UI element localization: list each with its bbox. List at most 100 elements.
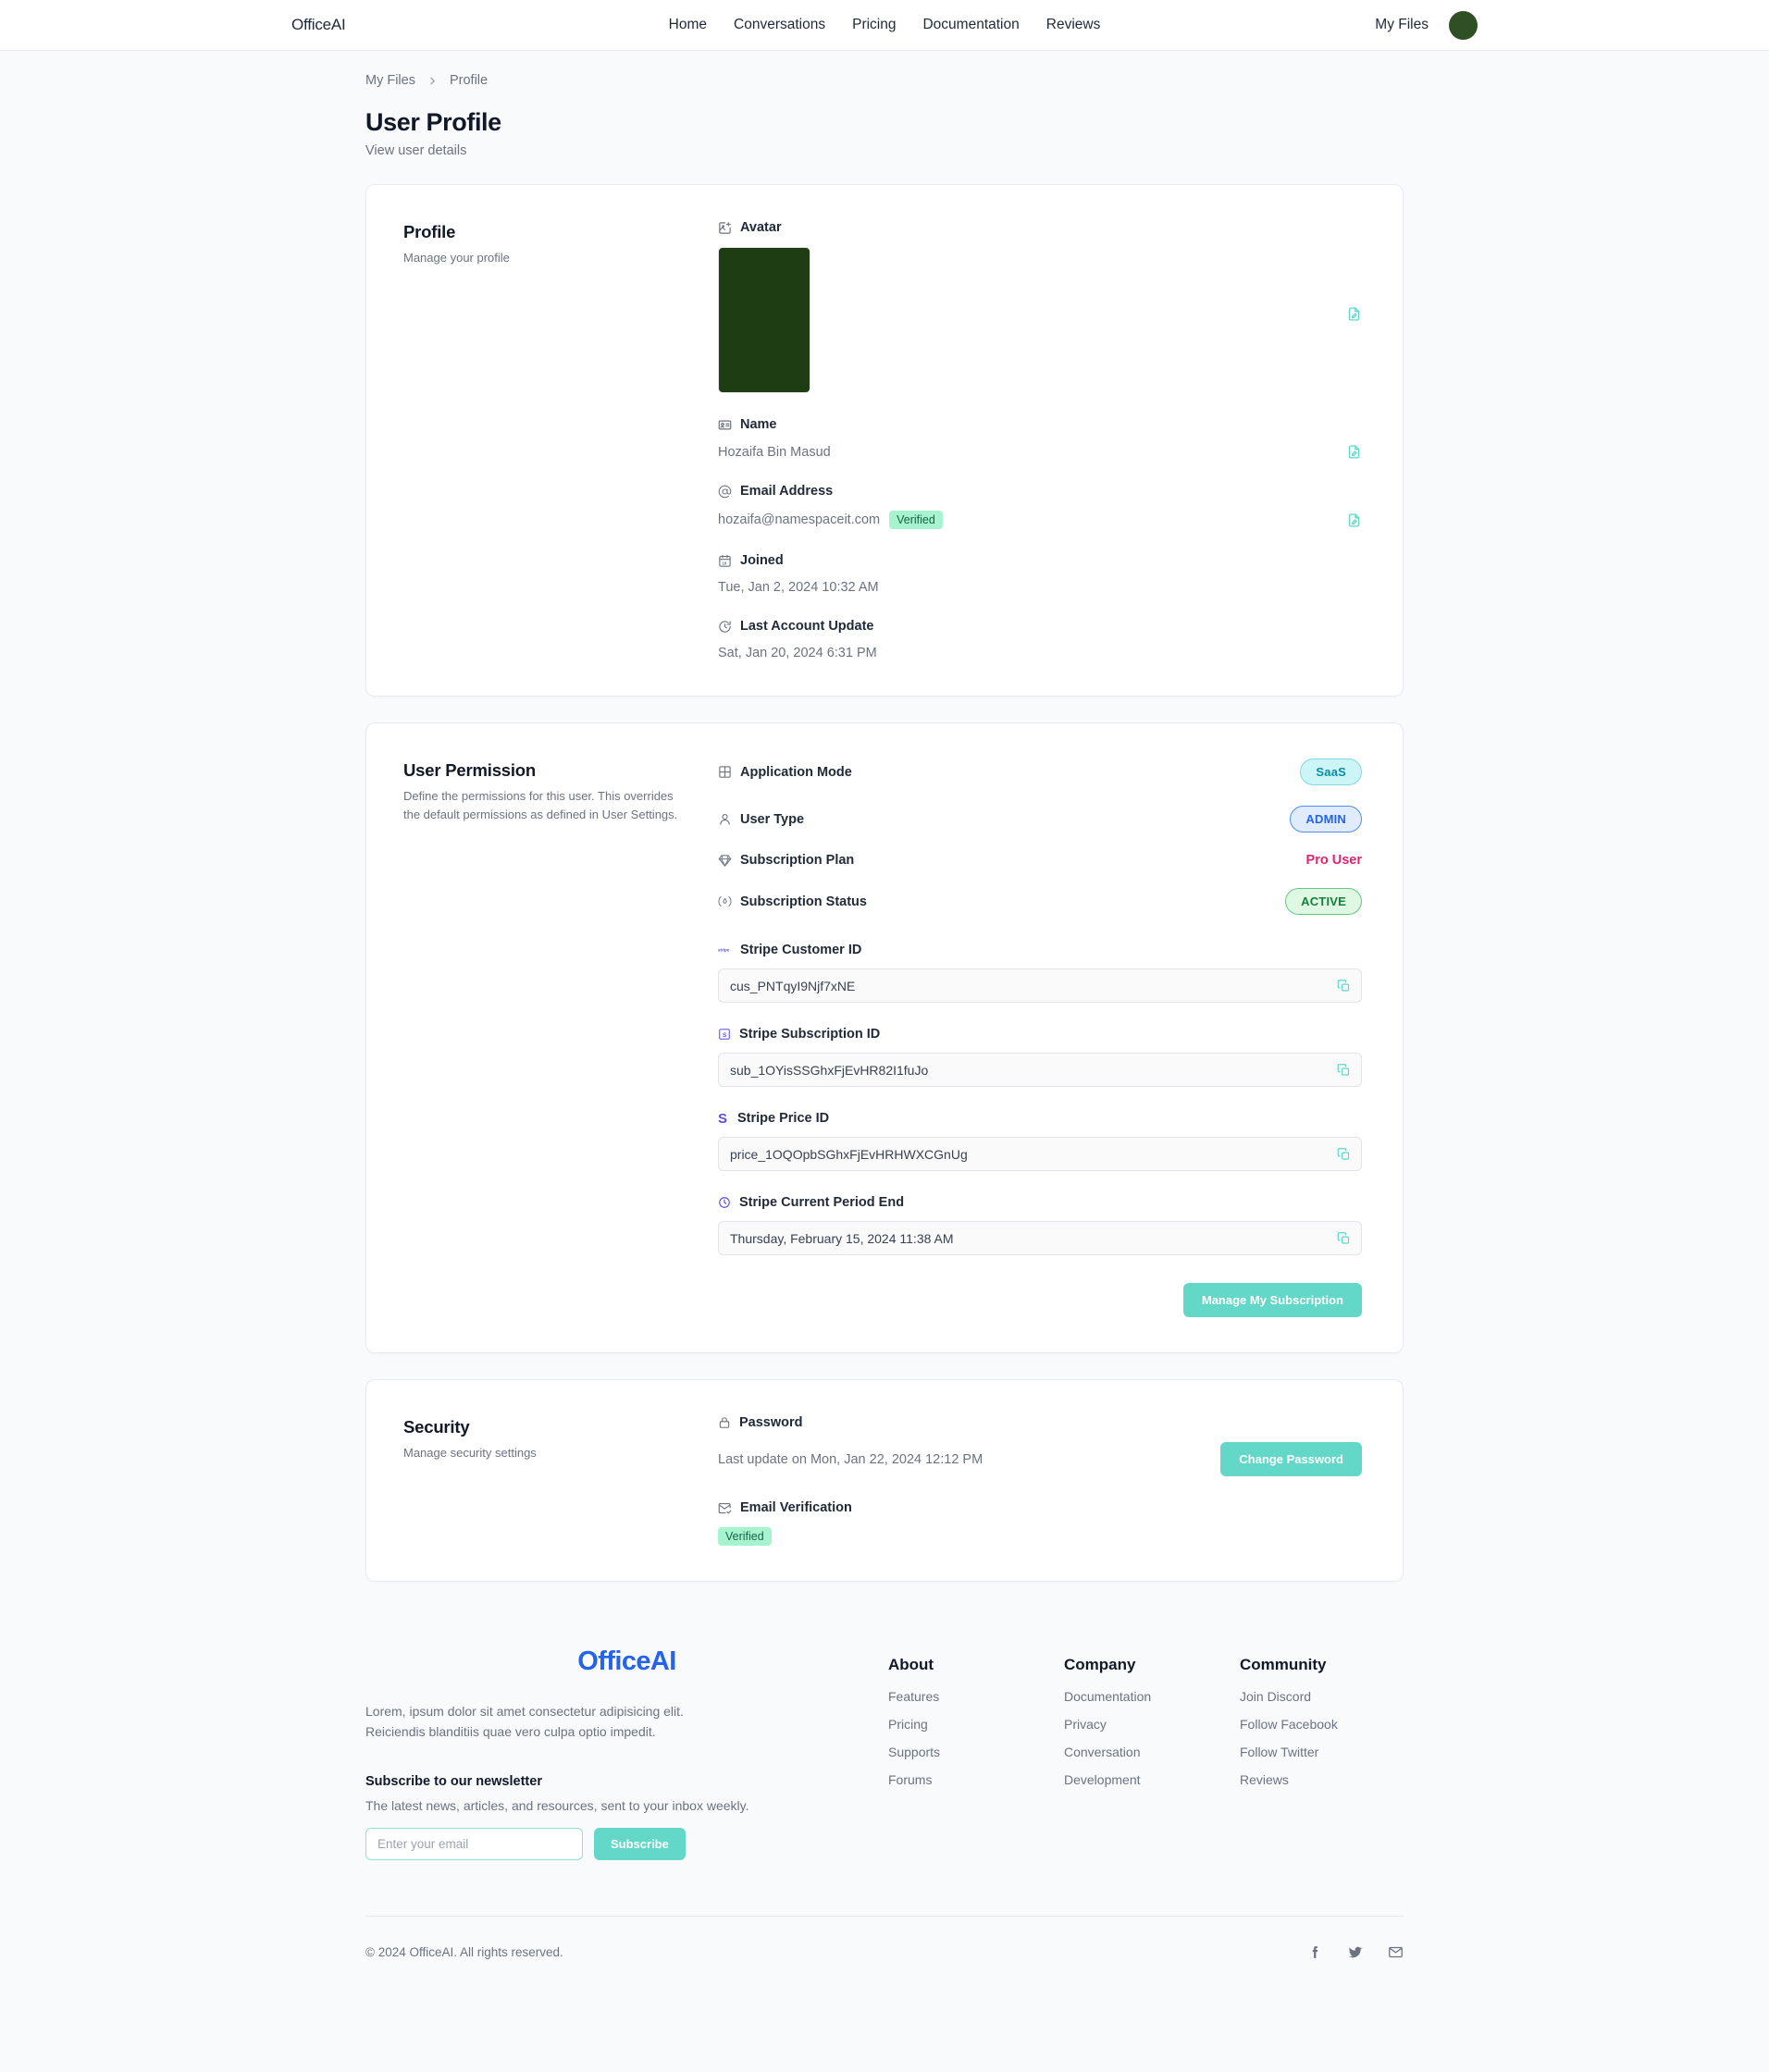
joined-field-label: 19 Joined	[718, 553, 1362, 568]
email-field-label: Email Address	[718, 484, 1362, 499]
email-verification-label: Email Verification	[718, 1500, 1362, 1515]
at-sign-icon	[718, 485, 732, 499]
twitter-icon[interactable]	[1347, 1944, 1364, 1961]
stripe-customer-id-field: stripe Stripe Customer ID cus_PNTqyI9Njf…	[718, 943, 1362, 1003]
breadcrumb: My Files Profile	[365, 51, 1404, 88]
footer-link-forums[interactable]: Forums	[888, 1772, 1064, 1787]
subscription-plan-row: Subscription Plan Pro User	[718, 853, 1362, 868]
email-value: hozaifa@namespaceit.com	[718, 512, 881, 527]
stripe-customer-id-input[interactable]: cus_PNTqyI9Njf7xNE	[718, 968, 1362, 1003]
security-card: Security Manage security settings Passwo…	[365, 1379, 1404, 1582]
breadcrumb-profile[interactable]: Profile	[450, 73, 488, 88]
stripe-subscription-id-input[interactable]: sub_1OYisSSGhxFjEvHR82I1fuJo	[718, 1053, 1362, 1087]
stripe-customer-id-label: stripe Stripe Customer ID	[718, 943, 1362, 957]
subscription-status-badge: ACTIVE	[1285, 888, 1362, 915]
stripe-square-icon: S	[718, 1028, 731, 1041]
edit-email-icon[interactable]	[1346, 512, 1362, 528]
id-card-icon	[718, 418, 732, 432]
edit-name-icon[interactable]	[1346, 444, 1362, 460]
email-label-text: Email Address	[740, 484, 834, 499]
profile-card-desc: Manage your profile	[403, 251, 510, 265]
profile-card-header: Profile Manage your profile	[385, 220, 718, 660]
email-verification-label-text: Email Verification	[740, 1500, 852, 1515]
footer-column-about-head: About	[888, 1656, 934, 1673]
user-type-badge: ADMIN	[1290, 806, 1362, 832]
footer-column-community-head: Community	[1240, 1656, 1327, 1673]
name-label-text: Name	[740, 417, 777, 432]
stripe-period-end-label-text: Stripe Current Period End	[739, 1195, 905, 1210]
breadcrumb-my-files[interactable]: My Files	[365, 73, 415, 88]
user-type-label: User Type	[718, 812, 804, 827]
footer-link-documentation[interactable]: Documentation	[1064, 1689, 1240, 1704]
joined-label-text: Joined	[740, 553, 784, 568]
footer-link-follow-twitter[interactable]: Follow Twitter	[1240, 1745, 1416, 1759]
subscribe-button[interactable]: Subscribe	[594, 1827, 686, 1860]
social-links	[1307, 1944, 1404, 1961]
user-permission-card: User Permission Define the permissions f…	[365, 722, 1404, 1353]
security-card-header: Security Manage security settings	[385, 1415, 718, 1546]
history-icon	[718, 620, 732, 634]
stripe-period-end-input[interactable]: Thursday, February 15, 2024 11:38 AM	[718, 1221, 1362, 1255]
edit-avatar-icon[interactable]	[1346, 306, 1362, 322]
name-field-label: Name	[718, 417, 1362, 432]
footer-logo[interactable]: OfficeAI	[365, 1646, 888, 1677]
lock-icon	[718, 1416, 731, 1429]
change-password-button[interactable]: Change Password	[1220, 1442, 1362, 1476]
copy-subscription-id-icon[interactable]	[1337, 1063, 1351, 1077]
footer-link-join-discord[interactable]: Join Discord	[1240, 1689, 1416, 1704]
application-mode-row: Application Mode SaaS	[718, 758, 1362, 785]
subscription-plan-value: Pro User	[1305, 853, 1362, 868]
manage-my-subscription-button[interactable]: Manage My Subscription	[1182, 1283, 1362, 1317]
subscription-plan-label: Subscription Plan	[718, 853, 854, 868]
avatar-image[interactable]	[718, 247, 810, 393]
clock-icon	[718, 1196, 731, 1209]
footer-link-pricing[interactable]: Pricing	[888, 1717, 1064, 1732]
footer-link-supports[interactable]: Supports	[888, 1745, 1064, 1759]
footer-link-privacy[interactable]: Privacy	[1064, 1717, 1240, 1732]
footer-top: OfficeAI Lorem, ipsum dolor sit amet con…	[365, 1646, 1404, 1916]
image-plus-icon	[718, 221, 732, 235]
last-account-update-field: Last Account Update Sat, Jan 20, 2024 6:…	[718, 619, 1362, 660]
newsletter-email-input[interactable]	[365, 1827, 583, 1860]
footer-link-development[interactable]: Development	[1064, 1772, 1240, 1787]
copy-customer-id-icon[interactable]	[1337, 979, 1351, 993]
nav-link-home[interactable]: Home	[669, 17, 707, 33]
facebook-icon[interactable]	[1307, 1944, 1323, 1960]
security-card-title: Security	[403, 1417, 470, 1437]
nav-link-reviews[interactable]: Reviews	[1046, 17, 1101, 33]
footer-link-follow-facebook[interactable]: Follow Facebook	[1240, 1717, 1416, 1732]
layout-grid-icon	[718, 765, 732, 779]
security-card-desc: Manage security settings	[403, 1446, 537, 1460]
stripe-price-id-input[interactable]: price_1OQOpbSGhxFjEvHRHWXCGnUg	[718, 1137, 1362, 1171]
application-mode-label-text: Application Mode	[740, 764, 852, 780]
stripe-customer-id-input-wrap: cus_PNTqyI9Njf7xNE	[718, 968, 1362, 1003]
avatar-label-text: Avatar	[740, 220, 782, 235]
nav-link-conversations[interactable]: Conversations	[734, 17, 825, 33]
footer-link-features[interactable]: Features	[888, 1689, 1064, 1704]
stripe-period-end-input-wrap: Thursday, February 15, 2024 11:38 AM	[718, 1221, 1362, 1255]
nav-link-documentation[interactable]: Documentation	[922, 17, 1019, 33]
copy-period-end-icon[interactable]	[1337, 1231, 1351, 1245]
manage-subscription-row: Manage My Subscription	[718, 1283, 1362, 1317]
user-avatar[interactable]	[1449, 10, 1478, 40]
mail-icon[interactable]	[1388, 1944, 1404, 1960]
copy-price-id-icon[interactable]	[1337, 1147, 1351, 1161]
stripe-subscription-id-input-wrap: sub_1OYisSSGhxFjEvHR82I1fuJo	[718, 1053, 1362, 1087]
footer-link-reviews[interactable]: Reviews	[1240, 1772, 1416, 1787]
footer-link-conversation[interactable]: Conversation	[1064, 1745, 1240, 1759]
primary-nav: Home Conversations Pricing Documentation…	[669, 17, 1101, 33]
subscription-status-row: Subscription Status ACTIVE	[718, 888, 1362, 915]
svg-text:S: S	[723, 1032, 727, 1039]
permission-card-header: User Permission Define the permissions f…	[385, 758, 718, 1317]
footer-column-company-head: Company	[1064, 1656, 1136, 1673]
nav-link-pricing[interactable]: Pricing	[852, 17, 896, 33]
joined-value: Tue, Jan 2, 2024 10:32 AM	[718, 580, 879, 595]
brand-logo[interactable]: OfficeAI	[291, 16, 346, 34]
email-row: hozaifa@namespaceit.com Verified	[718, 511, 1362, 529]
email-field: Email Address hozaifa@namespaceit.com Ve…	[718, 484, 1362, 529]
nav-link-my-files[interactable]: My Files	[1375, 17, 1429, 33]
newsletter-subtitle: The latest news, articles, and resources…	[365, 1797, 749, 1813]
permission-card-desc: Define the permissions for this user. Th…	[403, 789, 678, 822]
application-mode-badge: SaaS	[1300, 758, 1362, 785]
svg-text:stripe: stripe	[718, 948, 730, 953]
